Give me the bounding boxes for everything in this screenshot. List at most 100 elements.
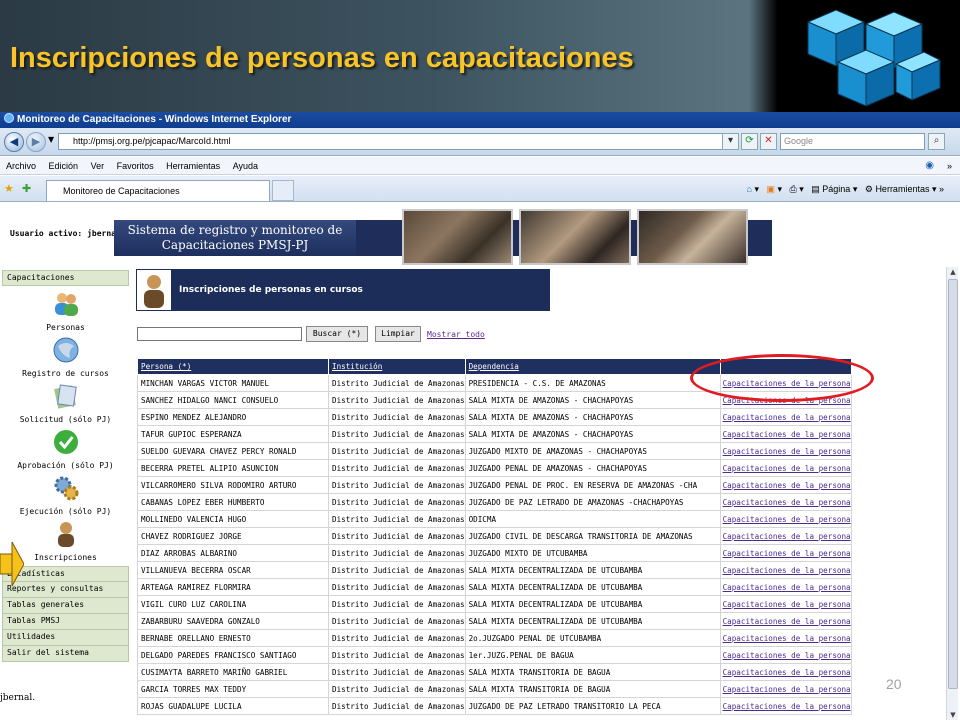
capacitaciones-link[interactable]: Capacitaciones de la persona: [719, 680, 852, 698]
print-icon[interactable]: ⎙: [790, 184, 797, 194]
menu-edicion[interactable]: Edición: [49, 161, 79, 171]
refresh-icon[interactable]: ⟳: [741, 133, 758, 150]
cell-institucion: Distrito Judicial de Amazonas: [328, 425, 466, 443]
help-icon[interactable]: ◉: [925, 157, 934, 175]
vertical-scrollbar[interactable]: ▲ ▼: [946, 267, 958, 720]
capacitaciones-link[interactable]: Capacitaciones de la persona: [719, 663, 852, 681]
table-row: CUSIMAYTA BARRETO MARIÑO GABRIEL Distrito…: [137, 663, 852, 681]
cell-persona: VILLANUEVA BECERRA OSCAR: [137, 561, 329, 579]
new-tab-button[interactable]: [272, 180, 294, 201]
capacitaciones-link[interactable]: Capacitaciones de la persona: [719, 578, 852, 596]
sidebar-item-aprobacion[interactable]: Aprobación (sólo PJ): [2, 428, 129, 470]
capacitaciones-link[interactable]: Capacitaciones de la persona: [719, 510, 852, 528]
scroll-down-icon[interactable]: ▼: [948, 710, 958, 720]
cell-persona: GARCIA TORRES MAX TEDDY: [137, 680, 329, 698]
cell-dependencia: SALA MIXTA DECENTRALIZADA DE UTCUBAMBA: [464, 612, 721, 630]
capacitaciones-link[interactable]: Capacitaciones de la persona: [719, 527, 852, 545]
scroll-thumb[interactable]: [948, 279, 958, 689]
favorites-star-icon[interactable]: ★: [4, 182, 14, 195]
capacitaciones-link[interactable]: Capacitaciones de la persona: [719, 561, 852, 579]
cell-persona: ROJAS GUADALUPE LUCILA: [137, 697, 329, 715]
capacitaciones-link[interactable]: Capacitaciones de la persona: [719, 697, 852, 715]
menu-herramientas[interactable]: Herramientas: [166, 161, 220, 171]
show-all-link[interactable]: Mostrar todo: [427, 330, 485, 339]
capacitaciones-link[interactable]: Capacitaciones de la persona: [719, 544, 852, 562]
scroll-up-icon[interactable]: ▲: [948, 267, 958, 277]
banner-line-1: Sistema de registro y monitoreo de: [127, 223, 343, 237]
slide-header: Inscripciones de personas en capacitacio…: [0, 0, 960, 112]
capacitaciones-link[interactable]: Capacitaciones de la persona: [719, 408, 852, 426]
cell-dependencia: PRESIDENCIA - C.S. DE AMAZONAS: [464, 374, 721, 392]
page-icon[interactable]: ▤: [811, 184, 820, 194]
tools-menu[interactable]: Herramientas: [875, 184, 929, 194]
clear-button[interactable]: Limpiar: [375, 326, 421, 342]
sidebar-menu-tablas-generales[interactable]: Tablas generales: [2, 598, 129, 614]
sidebar-item-registro[interactable]: Registro de cursos: [2, 336, 129, 378]
add-favorite-icon[interactable]: ✚: [22, 182, 31, 195]
cell-institucion: Distrito Judicial de Amazonas: [328, 595, 466, 613]
capacitaciones-link[interactable]: Capacitaciones de la persona: [719, 374, 852, 392]
menu-archivo[interactable]: Archivo: [6, 161, 36, 171]
address-bar-row: ◀ ▶ ▼ http://pmsj.org.pe/pjcapac/MarcoId…: [0, 128, 960, 156]
capacitaciones-link[interactable]: Capacitaciones de la persona: [719, 476, 852, 494]
banner-line-2: Capacitaciones PMSJ-PJ: [161, 238, 309, 252]
tab-monitoreo[interactable]: Monitoreo de Capacitaciones: [46, 180, 270, 201]
address-dropdown-icon[interactable]: ▾: [722, 133, 739, 150]
capacitaciones-link[interactable]: Capacitaciones de la persona: [719, 646, 852, 664]
cell-institucion: Distrito Judicial de Amazonas: [328, 578, 466, 596]
column-header-dependencia[interactable]: Dependencia: [464, 358, 721, 375]
forward-button[interactable]: ▶: [26, 132, 46, 152]
person-icon: [57, 522, 74, 547]
menu-favoritos[interactable]: Favoritos: [117, 161, 154, 171]
person-search-input[interactable]: [137, 327, 302, 341]
table-row: TAFUR GUPIOC ESPERANZA Distrito Judicial …: [137, 425, 852, 443]
chevron-right-icon[interactable]: »: [947, 157, 952, 175]
capacitaciones-link[interactable]: Capacitaciones de la persona: [719, 629, 852, 647]
sidebar-item-personas[interactable]: Personas: [2, 290, 129, 332]
checkmark-icon: [53, 430, 78, 454]
page-menu[interactable]: Página: [822, 184, 850, 194]
search-button[interactable]: Buscar (*): [306, 326, 368, 342]
web-page: Usuario activo: jbernal Sistema de regis…: [0, 203, 960, 720]
cell-dependencia: JUZGADO MIXTO DE AMAZONAS - CHACHAPOYAS: [464, 442, 721, 460]
gear-icon[interactable]: ⚙: [865, 184, 873, 194]
cell-dependencia: JUZGADO DE PAZ LETRADO TRANSITORIO LA PE…: [464, 697, 721, 715]
menu-ayuda[interactable]: Ayuda: [233, 161, 258, 171]
capacitaciones-link[interactable]: Capacitaciones de la persona: [719, 459, 852, 477]
cell-institucion: Distrito Judicial de Amazonas: [328, 629, 466, 647]
address-input[interactable]: http://pmsj.org.pe/pjcapac/MarcoId.html: [58, 133, 734, 150]
capacitaciones-link[interactable]: Capacitaciones de la persona: [719, 442, 852, 460]
capacitaciones-link[interactable]: Capacitaciones de la persona: [719, 391, 852, 409]
sidebar-menu-salir[interactable]: Salir del sistema: [2, 646, 129, 662]
capacitaciones-link[interactable]: Capacitaciones de la persona: [719, 612, 852, 630]
app-banner: Sistema de registro y monitoreo de Capac…: [114, 220, 356, 256]
sidebar-item-solicitud[interactable]: Solicitud (sólo PJ): [2, 382, 129, 424]
capacitaciones-link[interactable]: Capacitaciones de la persona: [719, 493, 852, 511]
cell-persona: MINCHAN VARGAS VICTOR MANUEL: [137, 374, 329, 392]
table-row: ZABARBURU SAAVEDRA GONZALO Distrito Judic…: [137, 612, 852, 630]
tab-label: Monitoreo de Capacitaciones: [63, 186, 180, 196]
search-icon[interactable]: ⌕: [928, 133, 945, 150]
sidebar-menu-tablas-pmsj[interactable]: Tablas PMSJ: [2, 614, 129, 630]
capacitaciones-link[interactable]: Capacitaciones de la persona: [719, 595, 852, 613]
document-icon: [53, 384, 77, 409]
search-input[interactable]: Google: [780, 133, 925, 150]
table-row: ARTEAGA RAMIREZ FLORMIRA Distrito Judicia…: [137, 578, 852, 596]
home-icon[interactable]: ⌂: [747, 184, 752, 194]
sidebar-item-ejecucion[interactable]: Ejecución (sólo PJ): [2, 474, 129, 516]
capacitaciones-link[interactable]: Capacitaciones de la persona: [719, 425, 852, 443]
back-button[interactable]: ◀: [4, 132, 24, 152]
cell-institucion: Distrito Judicial de Amazonas: [328, 442, 466, 460]
person-icon: [144, 275, 164, 308]
menu-ver[interactable]: Ver: [91, 161, 105, 171]
column-header-institucion[interactable]: Institución: [328, 358, 466, 375]
table-row: SUELDO GUEVARA CHAVEZ PERCY RONALD Distri…: [137, 442, 852, 460]
menu-bar: Archivo Edición Ver Favoritos Herramient…: [0, 157, 960, 175]
cell-dependencia: SALA MIXTA DECENTRALIZADA DE UTCUBAMBA: [464, 561, 721, 579]
sidebar-menu-utilidades[interactable]: Utilidades: [2, 630, 129, 646]
sidebar-header[interactable]: Capacitaciones: [2, 270, 129, 286]
history-dropdown-icon[interactable]: ▼: [48, 135, 54, 144]
stop-icon[interactable]: ✕: [760, 133, 777, 150]
feeds-icon[interactable]: ▣: [766, 184, 775, 194]
column-header-persona[interactable]: Persona (*): [137, 358, 329, 375]
